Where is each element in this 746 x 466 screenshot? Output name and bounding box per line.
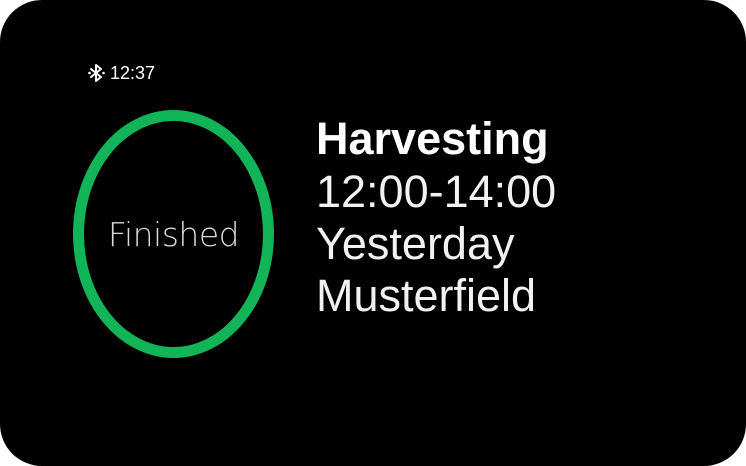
task-field: Musterfield	[316, 270, 537, 321]
status-time: 12:37	[110, 63, 156, 83]
bluetooth-icon	[86, 62, 108, 84]
status-ring: Finished	[73, 110, 274, 358]
status-bar: 12:37	[86, 60, 155, 86]
task-day: Yesterday	[316, 218, 515, 269]
task-time-range: 12:00-14:00	[316, 166, 557, 217]
status-label: Finished	[107, 214, 240, 254]
task-title: Harvesting	[316, 113, 549, 164]
task-info: Harvesting 12:00-14:00 Yesterday Musterf…	[316, 112, 556, 322]
watch-screen: 12:37 Finished Harvesting 12:00-14:00 Ye…	[0, 0, 746, 466]
